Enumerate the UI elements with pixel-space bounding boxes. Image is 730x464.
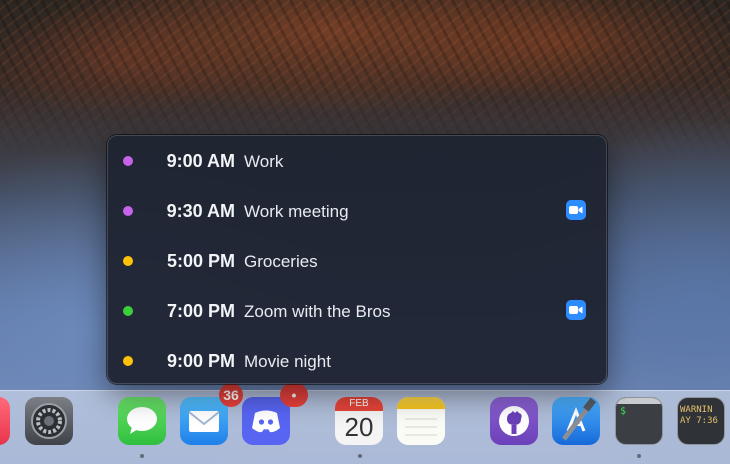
event-time: 9:00 AM [166, 151, 235, 171]
event-time: 9:30 AM [166, 201, 235, 221]
discord-icon[interactable] [242, 397, 290, 445]
desktop: 9:00 AM Work 9:30 AM Work meeting 5:00 P… [0, 0, 730, 464]
event-color-dot [123, 356, 133, 366]
event-color-dot [123, 256, 133, 266]
event-title: Groceries [244, 252, 318, 271]
messages-icon[interactable] [118, 397, 166, 445]
system-settings-icon[interactable] [25, 397, 73, 445]
dock: 36 • FEB 20 $ WARNIN AY 7:36 [0, 383, 730, 464]
calendar-events-popup: 9:00 AM Work 9:30 AM Work meeting 5:00 P… [107, 135, 607, 384]
video-camera-icon[interactable] [566, 300, 586, 320]
console-icon[interactable]: WARNIN AY 7:36 [677, 397, 725, 445]
event-title: Work [244, 152, 284, 171]
mail-icon[interactable] [180, 397, 228, 445]
terminal-icon[interactable]: $ [615, 397, 663, 445]
calendar-month: FEB [335, 397, 383, 411]
discord-notification-badge: • [280, 383, 308, 407]
event-row-work-meeting[interactable]: 9:30 AM Work meeting [108, 186, 606, 236]
notes-icon[interactable] [397, 397, 445, 445]
calendar-icon[interactable]: FEB 20 [335, 397, 383, 445]
video-camera-icon[interactable] [566, 200, 586, 220]
app-icon-partial[interactable] [0, 397, 10, 445]
xcode-icon[interactable] [552, 397, 600, 445]
event-color-dot [123, 206, 133, 216]
event-color-dot [123, 306, 133, 316]
event-row-zoom-with-the-bros[interactable]: 7:00 PM Zoom with the Bros [108, 286, 606, 336]
event-time: 5:00 PM [166, 251, 235, 271]
event-title: Movie night [244, 352, 331, 371]
event-row-movie-night[interactable]: 9:00 PM Movie night [108, 336, 606, 386]
console-text-line: AY 7:36 [680, 416, 718, 426]
event-time: 9:00 PM [166, 351, 235, 371]
console-text-line: WARNIN [680, 405, 713, 415]
github-icon[interactable] [490, 397, 538, 445]
event-row-groceries[interactable]: 5:00 PM Groceries [108, 236, 606, 286]
event-title: Work meeting [244, 202, 349, 221]
running-indicator [358, 454, 362, 458]
event-title: Zoom with the Bros [244, 302, 391, 321]
running-indicator [140, 454, 144, 458]
event-time: 7:00 PM [166, 301, 235, 321]
event-row-work[interactable]: 9:00 AM Work [108, 136, 606, 186]
running-indicator [637, 454, 641, 458]
event-color-dot [123, 156, 133, 166]
calendar-day: 20 [344, 412, 374, 442]
mail-unread-badge: 36 [219, 383, 243, 407]
terminal-prompt: $ [620, 406, 627, 417]
